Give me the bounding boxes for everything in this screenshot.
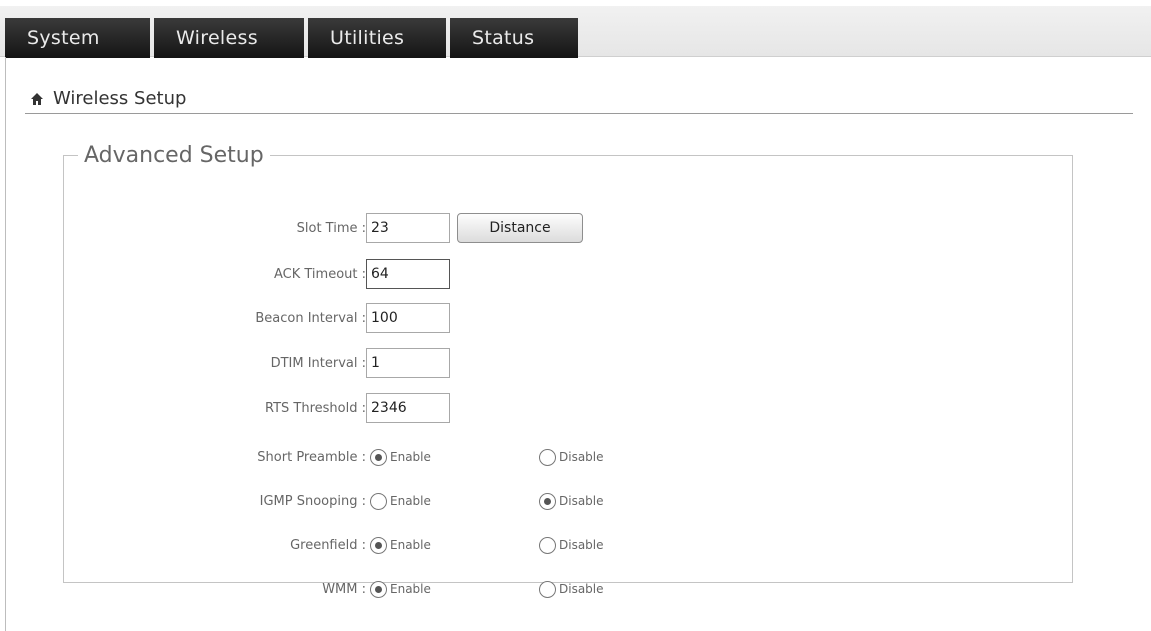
radio-selected-icon[interactable] xyxy=(370,580,387,598)
greenfield-disable-label: Disable xyxy=(559,538,604,552)
igmp-snooping-label: IGMP Snooping : xyxy=(259,493,366,509)
greenfield-enable-option[interactable]: Enable xyxy=(370,536,431,554)
wmm-enable-label: Enable xyxy=(390,582,431,596)
short-preamble-enable-option[interactable]: Enable xyxy=(370,448,431,466)
beacon-interval-input[interactable] xyxy=(366,303,450,333)
dtim-interval-label: DTIM Interval : xyxy=(270,355,366,371)
top-nav-bar: System Wireless Utilities Status xyxy=(0,6,1151,58)
ack-timeout-label: ACK Timeout : xyxy=(273,266,366,282)
short-preamble-enable-label: Enable xyxy=(390,450,431,464)
radio-unselected-icon[interactable] xyxy=(539,580,556,598)
wmm-disable-option[interactable]: Disable xyxy=(539,580,604,598)
main-tabs: System Wireless Utilities Status xyxy=(5,18,578,58)
home-icon xyxy=(31,92,43,105)
igmp-snooping-row: IGMP Snooping : Enable Disable xyxy=(64,484,1064,518)
slot-time-label: Slot Time : xyxy=(296,220,366,236)
radio-selected-icon[interactable] xyxy=(539,492,556,510)
radio-unselected-icon[interactable] xyxy=(539,448,556,466)
igmp-snooping-disable-option[interactable]: Disable xyxy=(539,492,604,510)
short-preamble-disable-label: Disable xyxy=(559,450,604,464)
dtim-interval-input[interactable] xyxy=(366,348,450,378)
wmm-row: WMM : Enable Disable xyxy=(64,572,1064,606)
rts-threshold-label: RTS Threshold : xyxy=(265,400,366,416)
wmm-disable-label: Disable xyxy=(559,582,604,596)
advanced-setup-legend: Advanced Setup xyxy=(84,143,264,168)
tab-status[interactable]: Status xyxy=(450,18,578,58)
greenfield-label: Greenfield : xyxy=(290,537,366,553)
greenfield-enable-label: Enable xyxy=(390,538,431,552)
igmp-snooping-disable-label: Disable xyxy=(559,494,604,508)
tab-wireless[interactable]: Wireless xyxy=(154,18,304,58)
beacon-interval-label: Beacon Interval : xyxy=(255,310,366,326)
slot-time-row: Slot Time : Distance xyxy=(64,211,1064,245)
igmp-snooping-enable-option[interactable]: Enable xyxy=(370,492,431,510)
radio-selected-icon[interactable] xyxy=(370,536,387,554)
rts-threshold-input[interactable] xyxy=(366,393,450,423)
title-divider xyxy=(25,113,1133,114)
wmm-label: WMM : xyxy=(322,581,366,597)
tab-system[interactable]: System xyxy=(5,18,150,58)
beacon-interval-row: Beacon Interval : xyxy=(64,301,1064,335)
wmm-enable-option[interactable]: Enable xyxy=(370,580,431,598)
slot-time-input[interactable] xyxy=(366,213,450,243)
greenfield-row: Greenfield : Enable Disable xyxy=(64,528,1064,562)
short-preamble-row: Short Preamble : Enable Disable xyxy=(64,440,1064,474)
dtim-interval-row: DTIM Interval : xyxy=(64,346,1064,380)
radio-selected-icon[interactable] xyxy=(370,448,387,466)
ack-timeout-input[interactable] xyxy=(366,259,450,289)
tab-utilities[interactable]: Utilities xyxy=(308,18,446,58)
page-title: Wireless Setup xyxy=(53,88,187,109)
short-preamble-disable-option[interactable]: Disable xyxy=(539,448,604,466)
ack-timeout-row: ACK Timeout : xyxy=(64,257,1064,291)
rts-threshold-row: RTS Threshold : xyxy=(64,391,1064,425)
igmp-snooping-enable-label: Enable xyxy=(390,494,431,508)
page-title-row: Wireless Setup xyxy=(30,88,186,109)
radio-unselected-icon[interactable] xyxy=(539,536,556,554)
advanced-setup-panel: Advanced Setup Slot Time : Distance ACK … xyxy=(63,143,1073,598)
short-preamble-label: Short Preamble : xyxy=(257,449,366,465)
radio-unselected-icon[interactable] xyxy=(370,492,387,510)
distance-button[interactable]: Distance xyxy=(457,213,583,243)
greenfield-disable-option[interactable]: Disable xyxy=(539,536,604,554)
